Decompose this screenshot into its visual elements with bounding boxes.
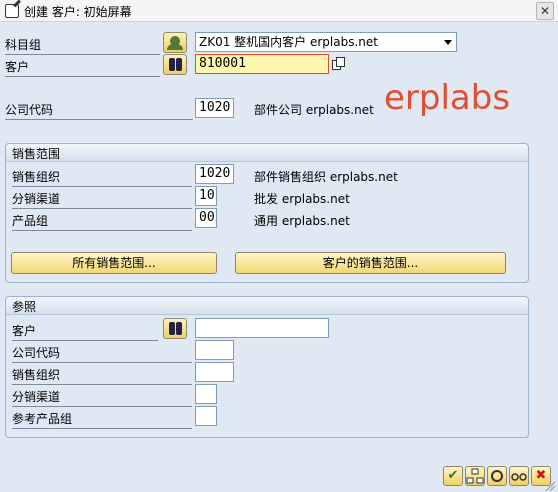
confirm-button[interactable]: ✔ — [443, 466, 463, 486]
ref-company-code-input[interactable] — [195, 340, 234, 360]
window-title: 创建 客户: 初始屏幕 — [24, 5, 132, 19]
distribution-channel-input[interactable]: 10 — [195, 186, 217, 206]
ref-sales-org-label: 销售组织 — [12, 366, 192, 385]
company-code-desc: 部件公司 erplabs.net — [254, 103, 374, 117]
sales-org-input[interactable]: 1020 — [195, 164, 234, 184]
copy-icon[interactable] — [332, 57, 346, 71]
distribution-channel-desc: 批发 erplabs.net — [254, 192, 350, 206]
ref-distribution-channel-input[interactable] — [195, 384, 217, 404]
more-button[interactable] — [509, 466, 529, 486]
ref-customer-search-button[interactable] — [163, 318, 187, 339]
customer-input[interactable]: 810001 — [195, 54, 329, 74]
ref-company-code-label: 公司代码 — [12, 344, 192, 363]
binoculars-icon — [169, 58, 175, 71]
refresh-icon — [491, 470, 503, 482]
account-group-label: 科目组 — [5, 36, 160, 55]
org-icon-button[interactable] — [465, 466, 485, 486]
ref-sales-org-input[interactable] — [195, 362, 234, 382]
erplabs-watermark: erplabs — [384, 78, 511, 118]
ref-customer-label: 客户 — [12, 322, 158, 341]
division-label: 产品组 — [12, 212, 192, 231]
binoculars-icon — [169, 322, 175, 335]
resize-grip-icon[interactable] — [544, 480, 556, 492]
chevron-down-icon[interactable] — [444, 40, 452, 45]
company-code-input[interactable]: 1020 — [195, 98, 234, 118]
sales-org-desc: 部件销售组织 erplabs.net — [254, 170, 398, 184]
distribution-channel-label: 分销渠道 — [12, 190, 192, 209]
customer-search-button[interactable] — [163, 54, 187, 75]
title-bar: 创建 客户: 初始屏幕 ✕ — [0, 0, 558, 22]
customer-sales-areas-button[interactable]: 客户的销售范围... — [235, 252, 506, 274]
ref-customer-input[interactable] — [195, 318, 329, 338]
edit-icon — [5, 4, 19, 18]
reference-title: 参照 — [6, 297, 528, 315]
account-group-value: ZK01 整机国内客户 erplabs.net — [199, 35, 378, 49]
division-input[interactable]: 00 — [195, 208, 217, 228]
company-code-label: 公司代码 — [5, 101, 193, 120]
org-structure-icon — [466, 468, 484, 484]
account-group-select[interactable]: ZK01 整机国内客户 erplabs.net — [195, 32, 457, 52]
close-button[interactable]: ✕ — [536, 2, 554, 20]
ref-division-label: 参考产品组 — [12, 410, 192, 429]
account-group-help-button[interactable] — [163, 32, 187, 53]
glasses-icon — [511, 473, 527, 481]
division-desc: 通用 erplabs.net — [254, 214, 350, 228]
sales-org-label: 销售组织 — [12, 168, 192, 187]
sales-area-title: 销售范围 — [6, 144, 528, 162]
customer-label: 客户 — [5, 58, 160, 77]
ref-division-input[interactable] — [195, 406, 217, 426]
all-sales-areas-button[interactable]: 所有销售范围... — [11, 252, 217, 274]
refresh-button[interactable] — [487, 466, 507, 486]
ref-distribution-channel-label: 分销渠道 — [12, 388, 192, 407]
